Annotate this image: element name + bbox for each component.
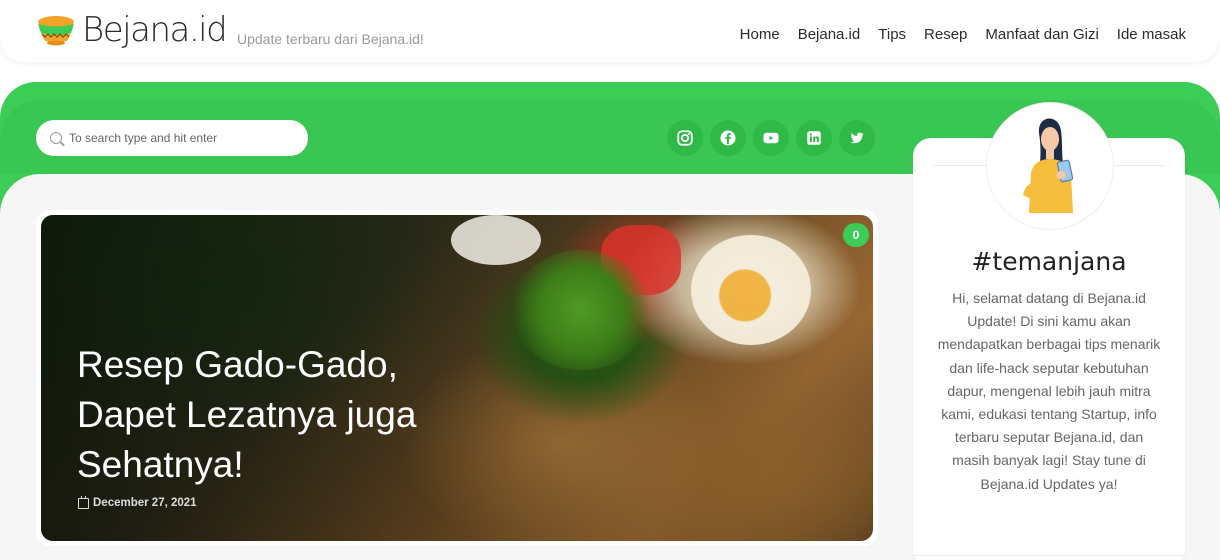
search-box[interactable] [36,120,308,156]
nav-item-bejana[interactable]: Bejana.id [798,26,861,43]
widget-title: #temanjana [971,247,1127,276]
food-parsley [511,250,651,370]
food-boiled-egg [691,235,811,345]
bowl-logo-icon [36,13,76,47]
main-nav: Home Bejana.id Tips Resep Manfaat dan Gi… [740,26,1186,43]
widget-bottom-divider [913,555,1185,556]
nav-item-ide-masak[interactable]: Ide masak [1117,26,1186,43]
search-icon [50,132,62,144]
brand-name: Bejana.id [82,10,228,50]
social-links [667,120,875,156]
widget-description: Hi, selamat datang di Bejana.id Update! … [937,290,1161,492]
site-tagline: Update terbaru dari Bejana.id! [237,31,424,47]
nav-item-resep[interactable]: Resep [924,26,967,43]
search-input[interactable] [69,131,289,145]
featured-post-date: December 27, 2021 [78,495,197,509]
avatar [986,102,1114,230]
featured-post-image[interactable]: 0 Resep Gado-Gado, Dapet Lezatnya juga S… [41,215,873,541]
food-egg-white [451,215,541,265]
instagram-icon[interactable] [667,120,703,156]
post-date-text: December 27, 2021 [93,497,197,509]
nav-item-tips[interactable]: Tips [878,26,906,43]
site-logo[interactable]: Bejana.id [36,10,228,50]
twitter-icon[interactable] [839,120,875,156]
linkedin-icon[interactable] [796,120,832,156]
comment-count-badge[interactable]: 0 [843,223,869,247]
calendar-icon [78,495,89,509]
featured-post-title[interactable]: Resep Gado-Gado, Dapet Lezatnya juga Seh… [77,340,477,490]
nav-item-manfaat-gizi[interactable]: Manfaat dan Gizi [985,26,1098,43]
featured-post-card[interactable]: 0 Resep Gado-Gado, Dapet Lezatnya juga S… [36,210,878,546]
youtube-icon[interactable] [753,120,789,156]
nav-item-home[interactable]: Home [740,26,780,43]
site-header: Bejana.id Update terbaru dari Bejana.id!… [0,0,1220,62]
facebook-icon[interactable] [710,120,746,156]
